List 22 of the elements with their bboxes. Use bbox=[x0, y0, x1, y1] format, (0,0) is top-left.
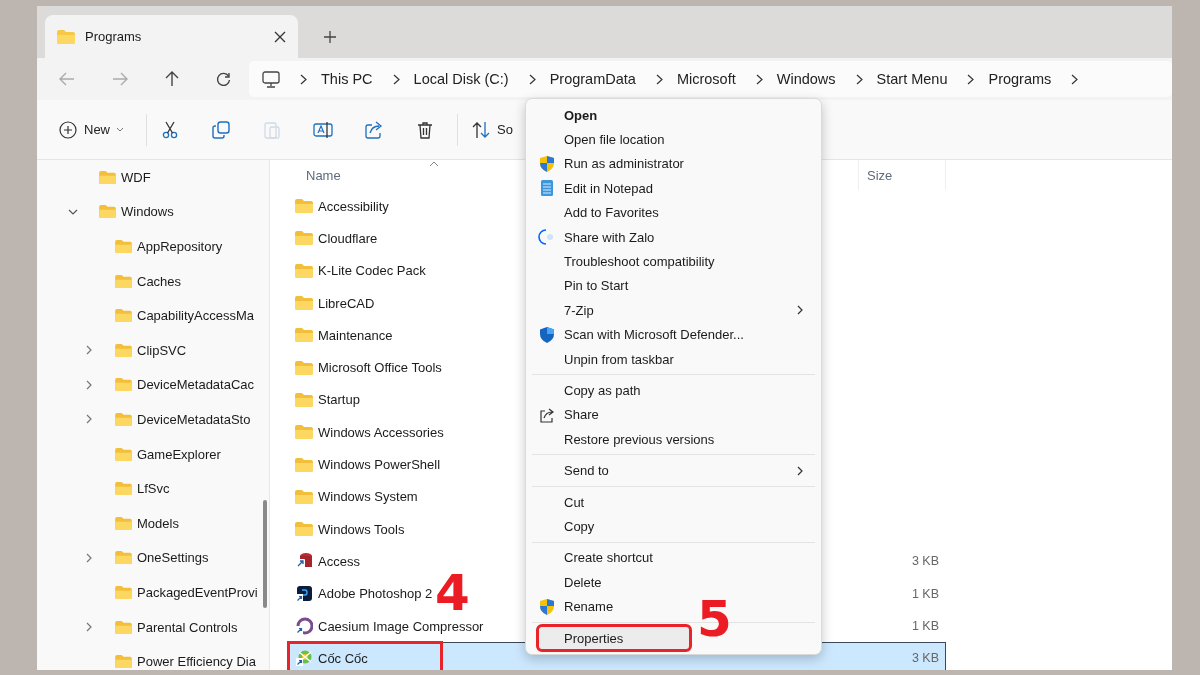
file-size: 3 KB bbox=[911, 651, 939, 666]
tree-label: DeviceMetadataCac bbox=[137, 377, 255, 393]
tree-label: Windows bbox=[121, 204, 174, 220]
tree-label: LfSvc bbox=[137, 481, 170, 497]
tree-label: WDF bbox=[121, 169, 151, 185]
file-size: 1 KB bbox=[911, 619, 939, 633]
tree-label: AppRepository bbox=[137, 239, 223, 254]
tree-label: Parental Controls bbox=[137, 619, 238, 635]
step-number: 5 bbox=[697, 594, 732, 644]
tree-label: GameExplorer bbox=[137, 446, 221, 462]
tree-label: Power Efficiency Dia bbox=[137, 654, 256, 670]
tree-label: PackagedEventProvi bbox=[137, 584, 258, 600]
tree-label: Models bbox=[137, 515, 179, 531]
tree-label: OneSettings bbox=[137, 550, 209, 566]
file-size: 3 KB bbox=[911, 554, 939, 569]
tab-title: Programs bbox=[85, 29, 143, 44]
tree-label: CapabilityAccessMa bbox=[137, 308, 255, 324]
tree-label: Caches bbox=[137, 273, 182, 289]
tree-label: DeviceMetadataSto bbox=[137, 411, 251, 427]
tree-label: ClipSVC bbox=[137, 342, 187, 358]
step-number: 4 bbox=[435, 568, 470, 618]
file-size: 1 KB bbox=[911, 586, 939, 601]
